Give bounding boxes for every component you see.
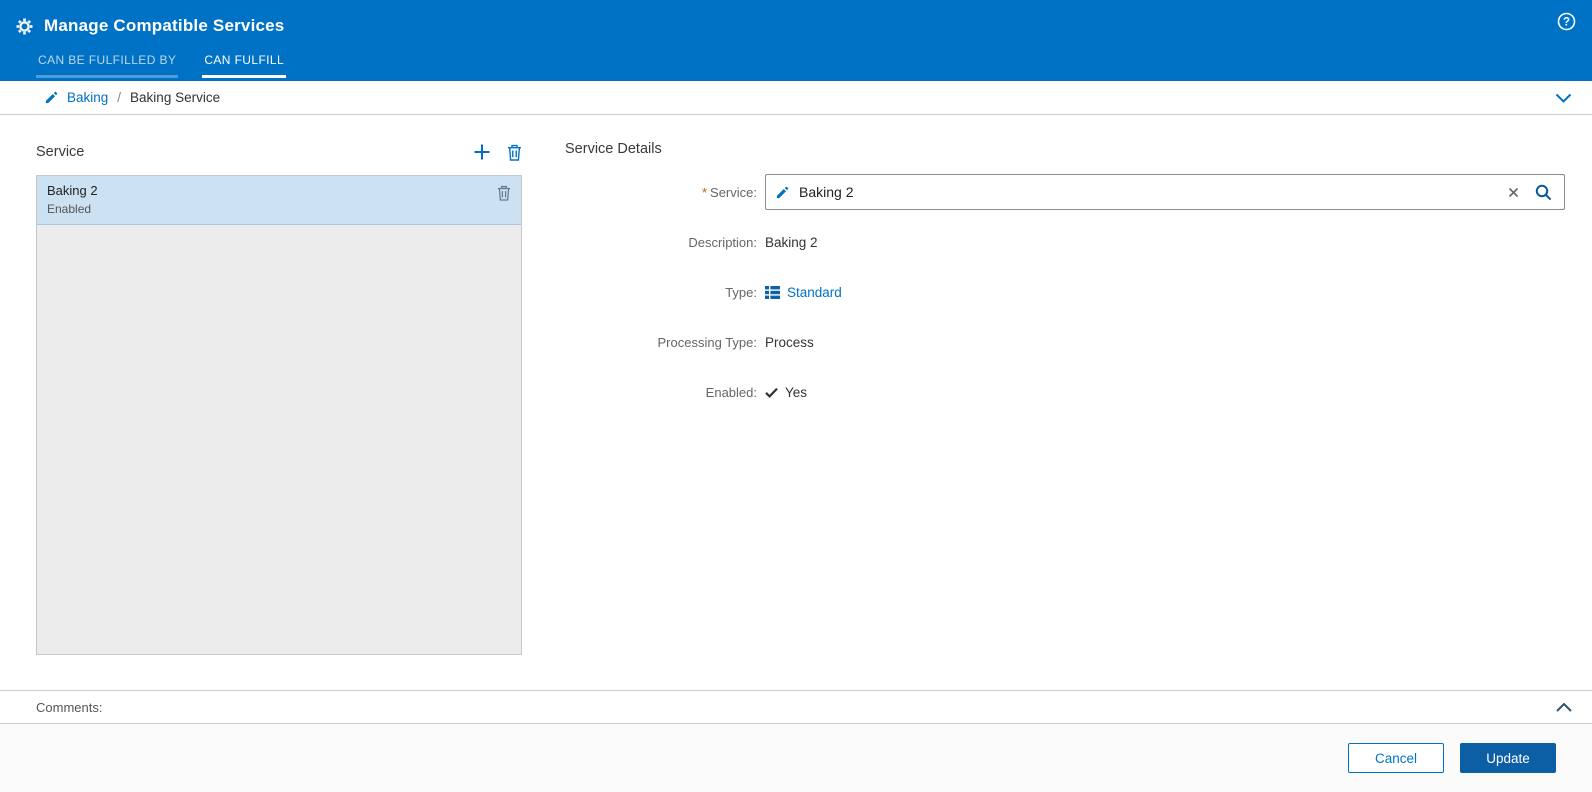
edit-pencil-icon <box>44 90 59 105</box>
service-list: Baking 2 Enabled <box>36 175 522 655</box>
details-heading: Service Details <box>565 141 662 157</box>
type-value-link[interactable]: Standard <box>787 285 842 300</box>
type-label: Type: <box>725 284 757 300</box>
list-item-text: Baking 2 Enabled <box>47 183 497 216</box>
type-row: Type: Standard <box>565 274 1565 310</box>
tab-can-fulfill[interactable]: CAN FULFILL <box>202 46 287 78</box>
list-item-status: Enabled <box>47 202 92 216</box>
footer: Cancel Update <box>0 724 1592 792</box>
service-details-panel: Service Details * Service: Baking 2 Desc… <box>565 115 1565 690</box>
cancel-button[interactable]: Cancel <box>1348 743 1444 773</box>
processing-type-label: Processing Type: <box>657 334 757 350</box>
add-service-button[interactable] <box>473 143 491 161</box>
app-window: Manage Compatible Services ? CAN BE FULF… <box>0 0 1592 792</box>
help-icon[interactable]: ? <box>1557 12 1576 31</box>
svg-text:?: ? <box>1563 16 1570 28</box>
description-row: Description: Baking 2 <box>565 224 1565 260</box>
description-label: Description: <box>688 234 757 250</box>
delete-service-button[interactable] <box>507 144 522 161</box>
service-list-header: Service <box>36 141 522 163</box>
breadcrumb: Baking / Baking Service <box>0 81 1592 115</box>
service-list-panel: Service Baking 2 Enabled <box>36 115 522 690</box>
check-icon <box>765 387 778 398</box>
required-asterisk: * <box>701 184 708 200</box>
header: Manage Compatible Services ? CAN BE FULF… <box>0 0 1592 81</box>
tab-can-be-fulfilled-by[interactable]: CAN BE FULFILLED BY <box>36 46 179 78</box>
gear-icon <box>16 18 33 35</box>
breadcrumb-current: Baking Service <box>130 90 221 105</box>
enabled-row: Enabled: Yes <box>565 374 1565 410</box>
clear-icon[interactable] <box>1508 187 1519 198</box>
service-list-heading: Service <box>36 144 85 160</box>
service-label-text: Service: <box>710 184 757 200</box>
service-row: * Service: <box>565 174 1565 210</box>
list-item[interactable]: Baking 2 Enabled <box>37 176 521 225</box>
service-input[interactable] <box>799 184 1508 200</box>
description-value: Baking 2 <box>765 234 818 250</box>
row-delete-icon[interactable] <box>497 185 511 201</box>
breadcrumb-link-baking[interactable]: Baking <box>67 90 108 105</box>
update-button[interactable]: Update <box>1460 743 1556 773</box>
chevron-up-icon[interactable] <box>1556 702 1572 712</box>
service-list-actions <box>473 143 522 161</box>
header-title-row: Manage Compatible Services <box>16 12 1576 40</box>
page-title: Manage Compatible Services <box>44 16 285 35</box>
enabled-label: Enabled: <box>705 384 757 400</box>
search-icon[interactable] <box>1535 184 1552 201</box>
comments-label: Comments: <box>36 699 103 715</box>
grid-type-icon <box>765 285 780 299</box>
details-form: * Service: Baking 2 Description: Baking … <box>565 174 1565 410</box>
comments-bar[interactable]: Comments: <box>0 690 1592 724</box>
processing-type-row: Processing Type: Process <box>565 324 1565 360</box>
edit-pencil-icon <box>775 185 790 200</box>
list-item-name: Baking 2 <box>47 183 98 198</box>
enabled-value: Yes <box>785 384 808 400</box>
main-content: Service Baking 2 Enabled Service Details… <box>0 115 1592 690</box>
tab-bar: CAN BE FULFILLED BY CAN FULFILL <box>36 46 1576 78</box>
service-lookup-field[interactable] <box>765 174 1565 210</box>
processing-type-value: Process <box>765 334 814 350</box>
chevron-down-icon[interactable] <box>1555 93 1572 103</box>
service-label: * Service: <box>565 185 765 200</box>
breadcrumb-separator: / <box>117 90 122 105</box>
